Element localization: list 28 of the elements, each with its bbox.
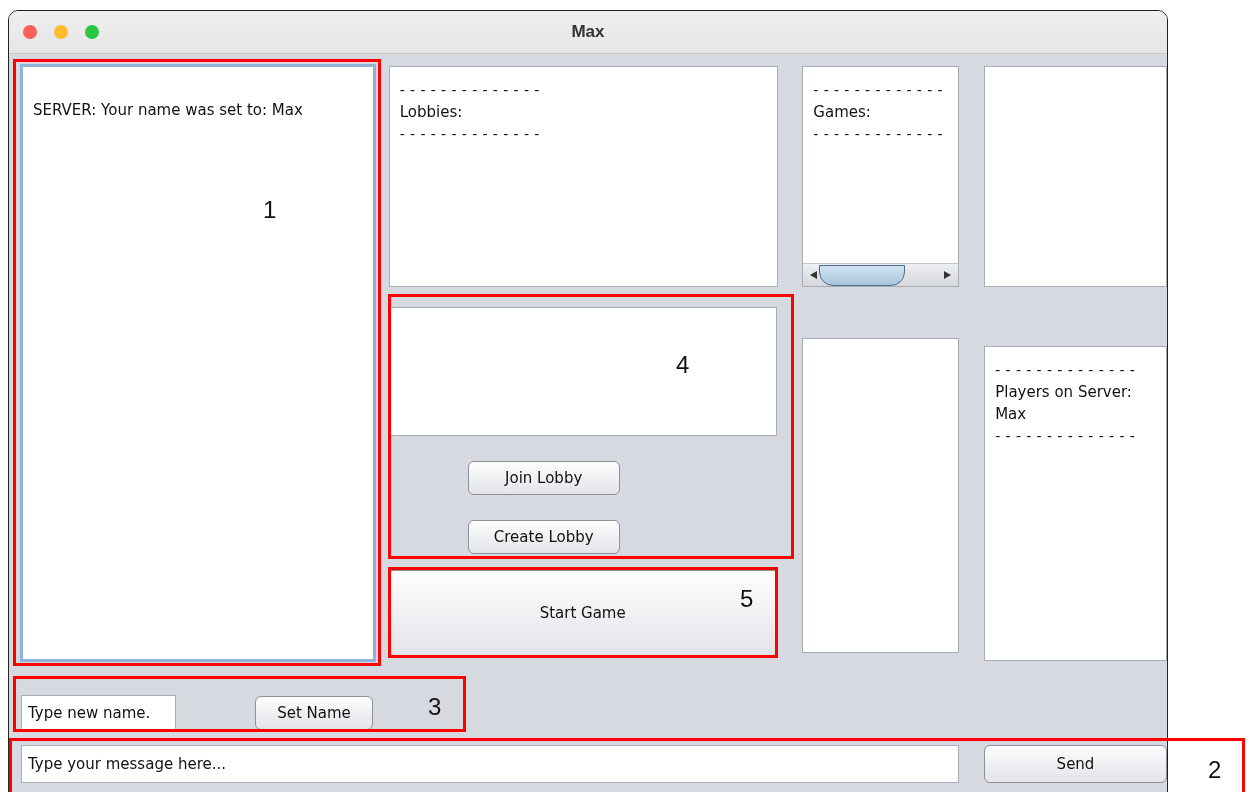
separator-line: ------------- — [813, 81, 949, 100]
annotation-number: 2 — [1208, 756, 1222, 784]
lobby-button[interactable]: Create Lobby — [467, 520, 620, 554]
separator-line: -------------- — [399, 81, 546, 100]
list-text: Players on Server: — [995, 382, 1133, 403]
lobby-button[interactable]: Join Lobby — [467, 461, 620, 495]
separator-line: ------------- — [813, 125, 949, 144]
close-button[interactable] — [23, 25, 37, 39]
separator-line: -------------- — [399, 125, 546, 144]
separator-line: -------------- — [995, 427, 1142, 446]
list-text: Lobbies: — [399, 102, 464, 123]
message-field[interactable]: Type your message here... — [21, 745, 959, 783]
send-button[interactable]: Send — [984, 745, 1167, 783]
annotation-number: 1 — [263, 196, 277, 224]
horizontal-scrollbar[interactable] — [803, 263, 959, 286]
right-arrow-icon[interactable] — [942, 270, 953, 280]
window-title: Max — [571, 22, 605, 42]
set-name-button[interactable]: Set Name — [255, 695, 373, 730]
annotation-number: 5 — [740, 585, 754, 613]
separator-line: -------------- — [995, 361, 1142, 380]
annotation-number: 4 — [676, 351, 690, 379]
left-arrow-icon[interactable] — [809, 270, 820, 280]
annotation-number: 3 — [428, 693, 442, 721]
list-text: Max — [995, 404, 1028, 425]
chat-message: SERVER: Your name was set to: Max — [33, 100, 304, 121]
name-field[interactable]: Type new name. — [21, 695, 176, 730]
scroll-thumb[interactable] — [818, 264, 905, 286]
list-text: Games: — [813, 102, 872, 123]
